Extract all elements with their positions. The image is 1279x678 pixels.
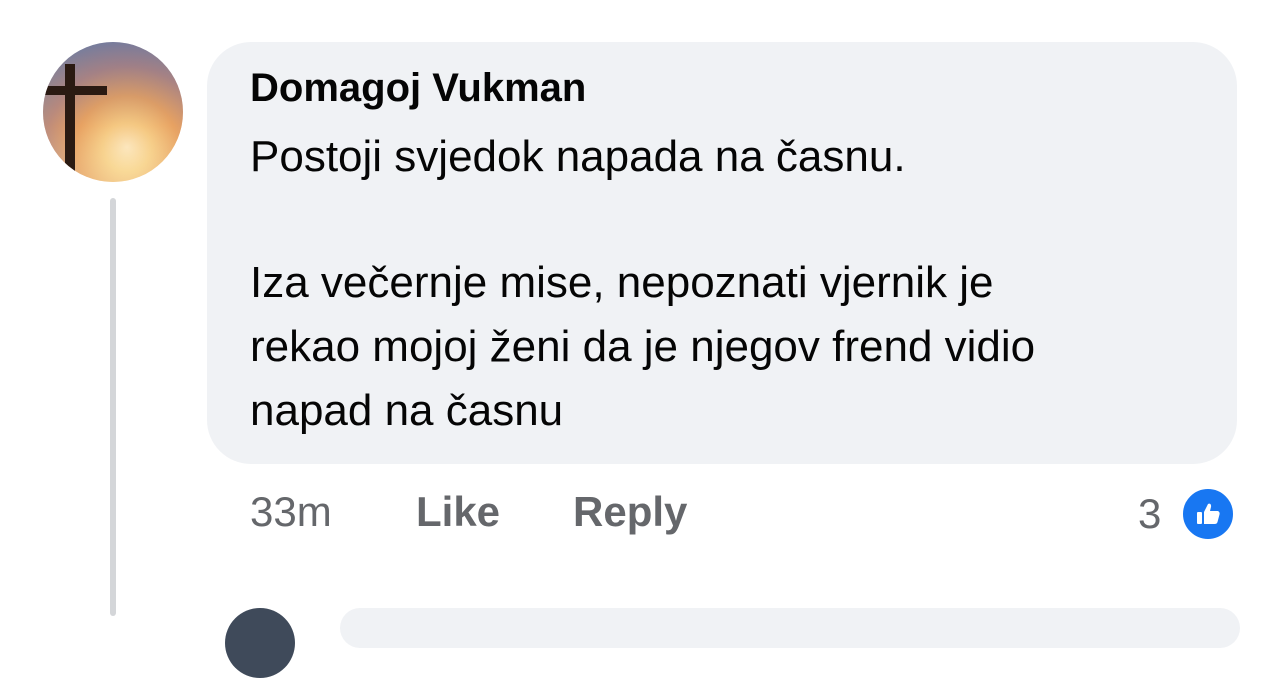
comment-text-line: rekao mojoj ženi da je njegov frend vidi… bbox=[250, 322, 1036, 371]
comment-text-line: napad na časnu bbox=[250, 386, 564, 435]
cross-sunset-icon bbox=[43, 42, 183, 182]
thumbs-up-icon bbox=[1197, 503, 1220, 524]
comment-text-line: Iza večernje mise, nepoznati vjernik je bbox=[250, 258, 994, 307]
next-comment-bubble bbox=[340, 608, 1240, 648]
thread-line bbox=[110, 198, 116, 616]
like-button[interactable]: Like bbox=[416, 488, 500, 536]
like-reaction-icon[interactable] bbox=[1180, 486, 1236, 542]
comment-text-line: Postoji svjedok napada na časnu. bbox=[250, 132, 906, 181]
next-comment-avatar[interactable] bbox=[225, 608, 295, 678]
comment-author[interactable]: Domagoj Vukman bbox=[250, 66, 586, 111]
comment-timestamp[interactable]: 33m bbox=[250, 488, 332, 536]
reaction-count[interactable]: 3 bbox=[1138, 490, 1161, 538]
avatar[interactable] bbox=[43, 42, 183, 182]
reply-button[interactable]: Reply bbox=[573, 488, 687, 536]
